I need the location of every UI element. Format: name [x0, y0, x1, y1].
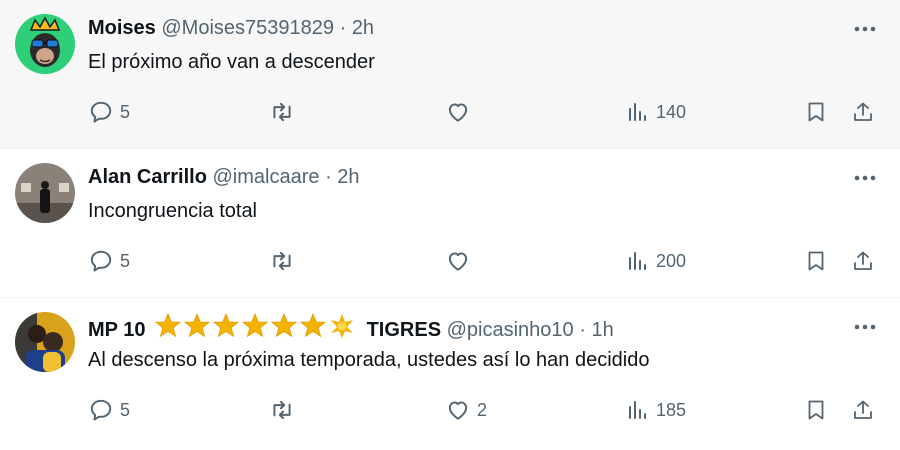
tweet[interactable]: Moises @Moises75391829 · 2h El próximo a…: [0, 0, 900, 149]
bookmark-icon: [808, 251, 824, 271]
reply-count: 5: [120, 101, 131, 122]
separator-dot: ·: [579, 319, 586, 341]
star-emoji-icon: [154, 312, 354, 338]
retweet-button[interactable]: [268, 394, 302, 426]
heart-icon: [448, 401, 468, 420]
action-bar: 5 2 185: [0, 394, 900, 426]
like-button[interactable]: [445, 96, 477, 128]
more-horizontal-icon: [854, 324, 876, 330]
timestamp[interactable]: 2h: [352, 17, 374, 39]
reply-bubble-icon: [90, 250, 112, 272]
reply-count: 5: [120, 399, 131, 420]
view-count: 200: [656, 250, 687, 271]
more-options-button[interactable]: [852, 16, 878, 42]
share-upload-icon: [854, 251, 872, 270]
star-emoji-row: [154, 312, 357, 346]
action-bar: 5 200: [0, 245, 900, 277]
separator-dot: ·: [325, 166, 332, 188]
reply-bubble-icon: [90, 101, 112, 123]
avatar[interactable]: [15, 312, 75, 372]
reply-button[interactable]: 5: [88, 96, 130, 128]
share-button[interactable]: [851, 96, 875, 128]
user-handle[interactable]: @imalcaare: [212, 166, 319, 188]
share-button[interactable]: [851, 245, 875, 277]
views-button[interactable]: 185: [626, 394, 686, 426]
timestamp[interactable]: 1h: [591, 319, 613, 341]
display-name[interactable]: Moises: [88, 17, 156, 39]
share-upload-icon: [854, 400, 872, 419]
tweet-header: Alan Carrillo @imalcaare · 2h: [88, 164, 820, 190]
view-count: 140: [656, 101, 687, 122]
views-bar-chart-icon: [629, 401, 646, 419]
reply-button[interactable]: 5: [88, 245, 130, 277]
crowned-ape-avatar-icon: [15, 14, 75, 74]
tweet-text: Al descenso la próxima temporada, ustede…: [88, 349, 650, 371]
more-options-button[interactable]: [852, 314, 878, 340]
avatar[interactable]: [15, 163, 75, 223]
bookmark-button[interactable]: [804, 394, 828, 426]
retweet-icon: [273, 400, 291, 420]
retweet-icon: [273, 102, 291, 122]
display-name-suffix[interactable]: TIGRES: [367, 319, 441, 341]
like-button[interactable]: 2: [445, 394, 487, 426]
views-button[interactable]: 200: [626, 245, 686, 277]
separator-dot: ·: [339, 17, 347, 39]
tweet-header: Moises @Moises75391829 · 2h: [88, 15, 820, 41]
retweet-button[interactable]: [268, 245, 302, 277]
timestamp[interactable]: 2h: [337, 166, 359, 188]
retweet-icon: [273, 251, 291, 271]
like-button[interactable]: [445, 245, 477, 277]
like-count: 2: [477, 399, 488, 420]
reply-feed: Moises @Moises75391829 · 2h El próximo a…: [0, 0, 900, 450]
tweet[interactable]: Alan Carrillo @imalcaare · 2h Incongruen…: [0, 149, 900, 298]
bookmark-button[interactable]: [804, 96, 828, 128]
more-options-button[interactable]: [852, 165, 878, 191]
more-horizontal-icon: [854, 175, 876, 181]
display-name[interactable]: MP 10: [88, 319, 145, 341]
share-upload-icon: [854, 102, 872, 121]
more-horizontal-icon: [854, 26, 876, 32]
player-photo-avatar-icon: [15, 312, 75, 372]
heart-icon: [448, 103, 468, 122]
reply-button[interactable]: 5: [88, 394, 130, 426]
bookmark-button[interactable]: [804, 245, 828, 277]
tweet-text: El próximo año van a descender: [88, 51, 375, 73]
gallery-person-avatar-icon: [15, 163, 75, 223]
reply-bubble-icon: [90, 399, 112, 421]
retweet-button[interactable]: [268, 96, 302, 128]
views-bar-chart-icon: [629, 103, 646, 121]
heart-icon: [448, 252, 468, 271]
tweet-text: Incongruencia total: [88, 200, 258, 222]
action-bar: 5 140: [0, 96, 900, 128]
views-button[interactable]: 140: [626, 96, 686, 128]
views-bar-chart-icon: [629, 252, 646, 270]
avatar[interactable]: [15, 14, 75, 74]
share-button[interactable]: [851, 394, 875, 426]
tweet-header: MP 10 TIGRES @picasinho10 · 1h: [88, 312, 820, 341]
bookmark-icon: [808, 102, 824, 122]
user-handle[interactable]: @picasinho10: [447, 319, 574, 341]
reply-count: 5: [120, 250, 131, 271]
display-name[interactable]: Alan Carrillo: [88, 166, 207, 188]
view-count: 185: [656, 399, 687, 420]
tweet[interactable]: MP 10 TIGRES @picasinho10 · 1h Al descen…: [0, 298, 900, 450]
user-handle[interactable]: @Moises75391829: [161, 17, 334, 39]
bookmark-icon: [808, 400, 824, 420]
